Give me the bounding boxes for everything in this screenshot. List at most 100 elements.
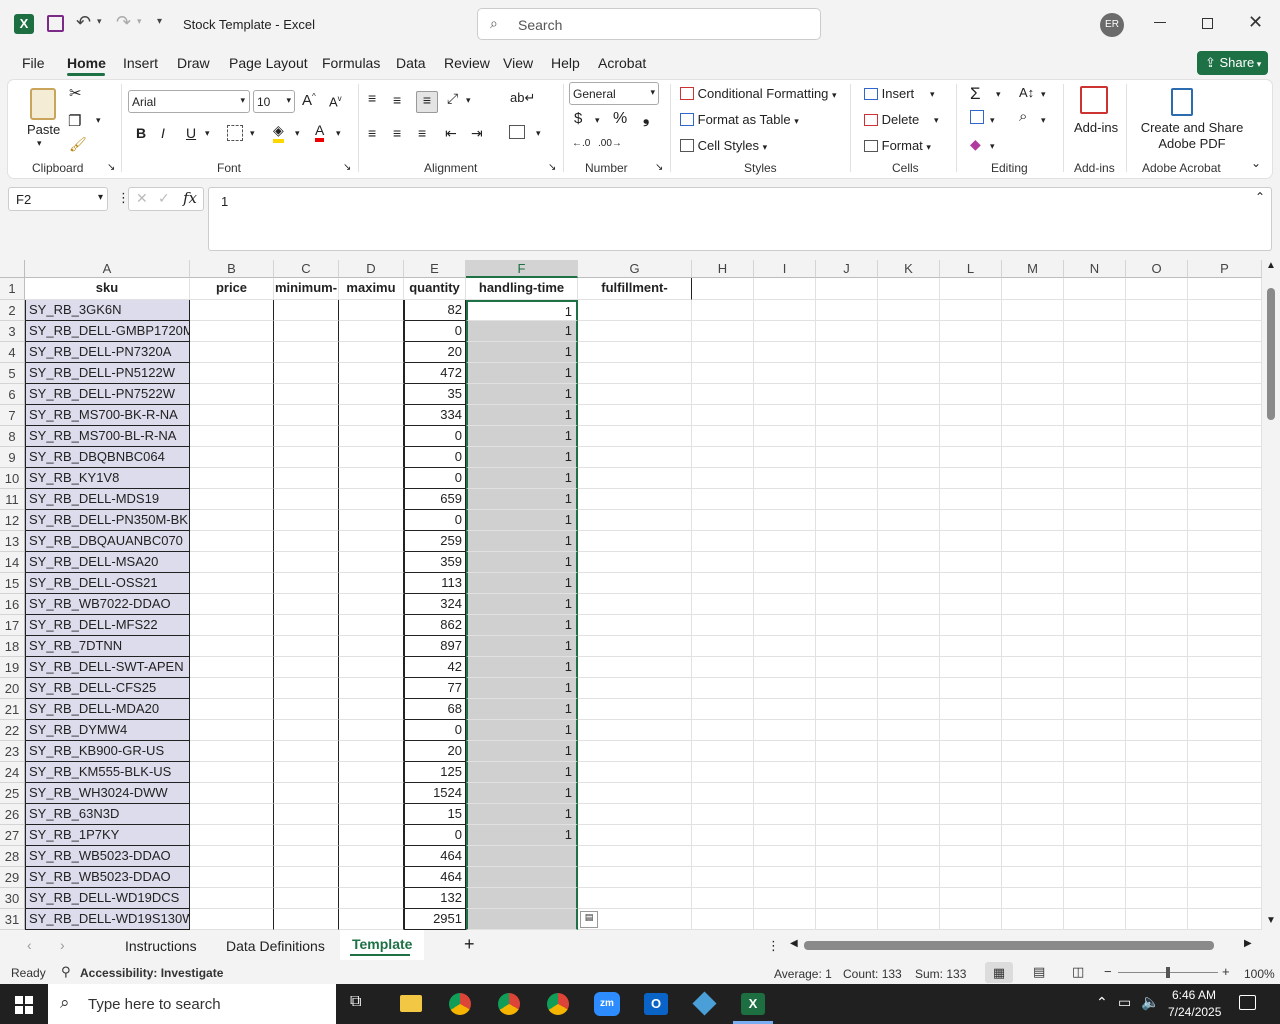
empty-cell[interactable]: [940, 615, 1002, 636]
orientation-dropdown-icon[interactable]: ▾: [466, 95, 471, 106]
empty-cell[interactable]: [816, 909, 878, 930]
sheet-tab-instructions[interactable]: Instructions: [125, 938, 197, 954]
empty-cell[interactable]: [940, 573, 1002, 594]
empty-cell[interactable]: [940, 804, 1002, 825]
empty-cell[interactable]: [878, 888, 940, 909]
quantity-cell[interactable]: 472: [404, 363, 466, 384]
empty-cell[interactable]: [1188, 846, 1262, 867]
insert-cells-button[interactable]: Insert: [864, 86, 914, 101]
undo-dropdown-icon[interactable]: ▾: [97, 16, 102, 27]
quantity-cell[interactable]: 0: [404, 468, 466, 489]
empty-cell[interactable]: [940, 278, 1002, 300]
empty-cell[interactable]: [578, 699, 692, 720]
format-cells-button[interactable]: Format ▾: [864, 138, 931, 153]
fill-color-dropdown-icon[interactable]: ▾: [295, 128, 300, 139]
sku-cell[interactable]: SY_RB_MS700-BK-R-NA: [25, 405, 190, 426]
alignment-launcher-icon[interactable]: ↘: [548, 162, 556, 173]
empty-cell[interactable]: [1002, 762, 1064, 783]
sku-cell[interactable]: SY_RB_DELL-MDA20: [25, 699, 190, 720]
empty-cell[interactable]: [1002, 804, 1064, 825]
header-cell-b[interactable]: price: [190, 278, 274, 300]
align-middle-icon[interactable]: ≡: [393, 92, 401, 108]
empty-cell[interactable]: [1126, 363, 1188, 384]
empty-cell[interactable]: [190, 573, 274, 594]
column-header-n[interactable]: N: [1064, 260, 1126, 278]
empty-cell[interactable]: [692, 552, 754, 573]
empty-cell[interactable]: [816, 510, 878, 531]
font-color-icon[interactable]: A: [315, 122, 325, 142]
row-header[interactable]: 16: [0, 594, 25, 615]
undo-icon[interactable]: ↶: [76, 12, 91, 33]
sku-cell[interactable]: SY_RB_DELL-PN7320A: [25, 342, 190, 363]
empty-cell[interactable]: [1188, 342, 1262, 363]
underline-dropdown-icon[interactable]: ▾: [205, 128, 210, 139]
empty-cell[interactable]: [1126, 278, 1188, 300]
empty-cell[interactable]: [878, 300, 940, 321]
empty-cell[interactable]: [190, 321, 274, 342]
quantity-cell[interactable]: 0: [404, 825, 466, 846]
increase-decimal-icon[interactable]: ←.0: [572, 138, 590, 149]
insert-function-icon[interactable]: fx: [183, 189, 197, 207]
empty-cell[interactable]: [940, 384, 1002, 405]
empty-cell[interactable]: [692, 699, 754, 720]
insert-dropdown-icon[interactable]: ▾: [930, 89, 935, 100]
empty-cell[interactable]: [940, 699, 1002, 720]
sku-cell[interactable]: SY_RB_DELL-GMBP1720M: [25, 321, 190, 342]
empty-cell[interactable]: [1002, 846, 1064, 867]
quantity-cell[interactable]: 15: [404, 804, 466, 825]
empty-cell[interactable]: [339, 510, 404, 531]
quantity-cell[interactable]: 82: [404, 300, 466, 321]
header-cell-e[interactable]: quantity: [404, 278, 466, 300]
empty-cell[interactable]: [1126, 321, 1188, 342]
paste-dropdown-icon[interactable]: ▾: [37, 138, 42, 149]
task-view-icon[interactable]: ⧉: [350, 993, 361, 1011]
row-header[interactable]: 18: [0, 636, 25, 657]
row-header[interactable]: 13: [0, 531, 25, 552]
addins-button[interactable]: Add-ins: [1074, 120, 1118, 135]
horizontal-scroll-thumb[interactable]: [804, 941, 1214, 950]
name-box[interactable]: F2 ▾: [8, 187, 108, 211]
sku-cell[interactable]: SY_RB_MS700-BL-R-NA: [25, 426, 190, 447]
empty-cell[interactable]: [1064, 615, 1126, 636]
empty-cell[interactable]: [1002, 825, 1064, 846]
empty-cell[interactable]: [339, 636, 404, 657]
empty-cell[interactable]: [1064, 657, 1126, 678]
handling-time-cell[interactable]: 1: [466, 657, 578, 678]
empty-cell[interactable]: [1188, 804, 1262, 825]
empty-cell[interactable]: [816, 762, 878, 783]
row-header[interactable]: 8: [0, 426, 25, 447]
empty-cell[interactable]: [692, 426, 754, 447]
empty-cell[interactable]: [692, 909, 754, 930]
format-painter-icon[interactable]: 🖌: [69, 136, 87, 153]
empty-cell[interactable]: [1126, 405, 1188, 426]
empty-cell[interactable]: [1126, 489, 1188, 510]
quantity-cell[interactable]: 113: [404, 573, 466, 594]
empty-cell[interactable]: [190, 699, 274, 720]
empty-cell[interactable]: [1188, 720, 1262, 741]
empty-cell[interactable]: [878, 762, 940, 783]
empty-cell[interactable]: [754, 278, 816, 300]
clear-icon[interactable]: ◆: [970, 136, 981, 153]
row-header[interactable]: 11: [0, 489, 25, 510]
empty-cell[interactable]: [274, 363, 339, 384]
empty-cell[interactable]: [1126, 510, 1188, 531]
empty-cell[interactable]: [190, 741, 274, 762]
empty-cell[interactable]: [816, 300, 878, 321]
empty-cell[interactable]: [339, 909, 404, 930]
empty-cell[interactable]: [1002, 594, 1064, 615]
empty-cell[interactable]: [1126, 762, 1188, 783]
column-header-o[interactable]: O: [1126, 260, 1188, 278]
empty-cell[interactable]: [692, 573, 754, 594]
empty-cell[interactable]: [1002, 278, 1064, 300]
empty-cell[interactable]: [274, 867, 339, 888]
empty-cell[interactable]: [190, 384, 274, 405]
sku-cell[interactable]: SY_RB_KY1V8: [25, 468, 190, 489]
normal-view-icon[interactable]: ▦: [985, 962, 1013, 983]
scroll-down-icon[interactable]: ▼: [1266, 915, 1276, 926]
borders-icon[interactable]: [227, 125, 243, 141]
empty-cell[interactable]: [878, 825, 940, 846]
empty-cell[interactable]: [692, 804, 754, 825]
sku-cell[interactable]: SY_RB_DELL-PN7522W: [25, 384, 190, 405]
empty-cell[interactable]: [692, 636, 754, 657]
handling-time-cell[interactable]: 1: [466, 489, 578, 510]
